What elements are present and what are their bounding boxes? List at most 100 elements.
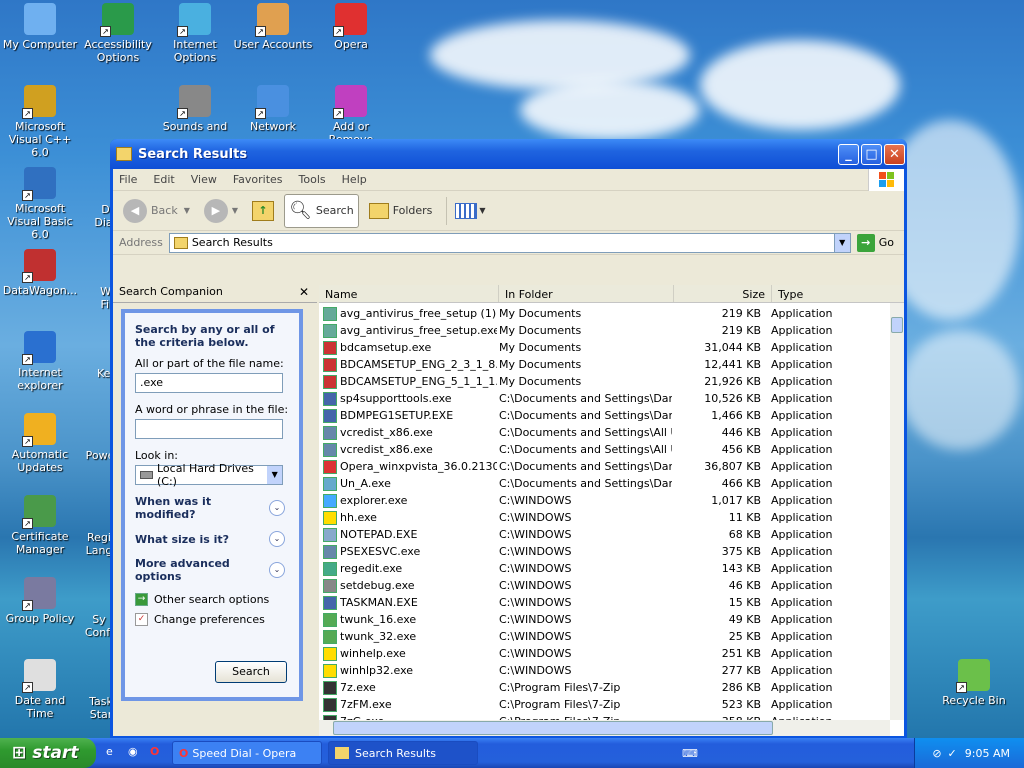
- task-speed-dial-opera[interactable]: O Speed Dial - Opera: [172, 741, 322, 765]
- file-name: Opera_winxpvista_36.0.2130....: [340, 460, 497, 473]
- vertical-scroll-thumb[interactable]: [891, 317, 903, 333]
- table-row[interactable]: 7zG.exeC:\Program Files\7-Zip358 KBAppli…: [319, 713, 890, 720]
- menu-edit[interactable]: Edit: [153, 173, 174, 186]
- other-search-options-link[interactable]: → Other search options: [135, 593, 289, 606]
- table-row[interactable]: BDCAMSETUP_ENG_5_1_1_1.... My Documents 21…: [319, 373, 890, 390]
- chevron-down-icon[interactable]: ⌄: [269, 562, 285, 578]
- desktop-icon-certificate-manager[interactable]: ↗ Certificate Manager: [0, 495, 80, 556]
- tray-icon[interactable]: ✓: [948, 747, 957, 760]
- chevron-down-icon[interactable]: ⌄: [269, 500, 285, 516]
- forward-button[interactable]: ▶ ▼: [200, 194, 242, 228]
- file-icon: [323, 323, 337, 338]
- chevron-down-icon[interactable]: ⌄: [269, 531, 285, 547]
- desktop-icon-visual-cpp[interactable]: ↗ Microsoft Visual C++ 6.0: [0, 85, 80, 159]
- horizontal-scroll-thumb[interactable]: [333, 721, 773, 735]
- up-folder-button[interactable]: ↑: [248, 194, 278, 228]
- table-row[interactable]: 7zFM.exe C:\Program Files\7-Zip 523 KB Appl…: [319, 696, 890, 713]
- menu-favorites[interactable]: Favorites: [233, 173, 283, 186]
- table-row[interactable]: TASKMAN.EXE C:\WINDOWS 15 KB Application: [319, 594, 890, 611]
- tray-icon[interactable]: ⊘: [932, 747, 941, 760]
- desktop-icon-opera[interactable]: ↗ Opera: [311, 3, 391, 51]
- desktop-icon-date-time[interactable]: ↗ Date and Time: [0, 659, 80, 720]
- table-row[interactable]: regedit.exe C:\WINDOWS 143 KB Application: [319, 560, 890, 577]
- start-button[interactable]: ⊞ start: [0, 738, 96, 768]
- table-row[interactable]: twunk_16.exe C:\WINDOWS 49 KB Application: [319, 611, 890, 628]
- section-modified[interactable]: When was it modified? ⌄: [135, 495, 285, 521]
- column-name[interactable]: Name: [319, 285, 499, 302]
- desktop-icon-recycle-bin[interactable]: ↗ Recycle Bin: [934, 659, 1014, 707]
- table-row[interactable]: winhlp32.exe C:\WINDOWS 277 KB Application: [319, 662, 890, 679]
- table-row[interactable]: sp4supporttools.exe C:\Documents and Sett…: [319, 390, 890, 407]
- desktop-icon-accessibility[interactable]: ↗ Accessibility Options: [78, 3, 158, 64]
- desktop-icon-sounds[interactable]: ↗ Sounds and: [155, 85, 235, 133]
- menu-tools[interactable]: Tools: [299, 173, 326, 186]
- table-row[interactable]: winhelp.exe C:\WINDOWS 251 KB Application: [319, 645, 890, 662]
- cell-size: 277 KB: [721, 664, 761, 677]
- media-quicklaunch-icon[interactable]: ◉: [128, 745, 144, 761]
- column-folder[interactable]: In Folder: [499, 285, 674, 302]
- desktop-icon-my-computer[interactable]: My Computer: [0, 3, 80, 51]
- table-row[interactable]: Opera_winxpvista_36.0.2130.... C:\Documen…: [319, 458, 890, 475]
- file-name: Un_A.exe: [340, 477, 391, 490]
- horizontal-scrollbar[interactable]: [319, 720, 890, 736]
- folders-button[interactable]: Folders: [365, 194, 437, 228]
- table-row[interactable]: hh.exe C:\WINDOWS 11 KB Application: [319, 509, 890, 526]
- maximize-button[interactable]: □: [861, 143, 882, 165]
- cell-name: BDMPEG1SETUP.EXE: [319, 408, 497, 423]
- section-size[interactable]: What size is it? ⌄: [135, 531, 285, 547]
- recycle-bin-icon: ↗: [956, 659, 990, 693]
- keyboard-icon[interactable]: ⌨: [682, 747, 698, 760]
- cell-size: 466 KB: [721, 477, 761, 490]
- change-preferences-link[interactable]: ✓ Change preferences: [135, 613, 289, 626]
- minimize-button[interactable]: _: [838, 143, 859, 165]
- desktop-icon-user-accounts[interactable]: ↗ User Accounts: [233, 3, 313, 51]
- desktop-icon-internet-options[interactable]: ↗ Internet Options: [155, 3, 235, 64]
- table-row[interactable]: bdcamsetup.exe My Documents 31,044 KB Appli…: [319, 339, 890, 356]
- file-name-input[interactable]: .exe: [135, 373, 283, 393]
- title-bar[interactable]: Search Results _ □ ✕: [110, 139, 907, 169]
- table-row[interactable]: avg_antivirus_free_setup.exe My Documents…: [319, 322, 890, 339]
- lookin-dropdown-icon[interactable]: ▼: [267, 466, 282, 484]
- column-size[interactable]: Size: [674, 285, 772, 302]
- desktop-icon-group-policy[interactable]: ↗ Group Policy: [0, 577, 80, 625]
- table-row[interactable]: avg_antivirus_free_setup (1).... My Docum…: [319, 305, 890, 322]
- column-type[interactable]: Type: [772, 285, 904, 302]
- close-companion-icon[interactable]: ✕: [299, 285, 309, 299]
- views-button[interactable]: ▼: [451, 194, 489, 228]
- table-row[interactable]: 7z.exe C:\Program Files\7-Zip 286 KB Applic…: [319, 679, 890, 696]
- table-row[interactable]: BDMPEG1SETUP.EXE C:\Documents and Setting…: [319, 407, 890, 424]
- vertical-scrollbar[interactable]: [890, 303, 904, 720]
- desktop-icon-datawagon[interactable]: ↗ DataWagon...: [0, 249, 80, 297]
- search-button[interactable]: 🔍︎ Search: [284, 193, 359, 228]
- address-input[interactable]: Search Results ▼: [168, 232, 851, 253]
- close-button[interactable]: ✕: [884, 143, 905, 165]
- phrase-input[interactable]: [135, 419, 283, 439]
- lookin-select[interactable]: Local Hard Drives (C:) ▼: [135, 462, 283, 488]
- desktop-icon-add-remove[interactable]: ↗Add or Remove: [311, 85, 391, 146]
- table-row[interactable]: explorer.exe C:\WINDOWS 1,017 KB Applicatio…: [319, 492, 890, 509]
- desktop-icon-automatic-updates[interactable]: ↗ Automatic Updates: [0, 413, 80, 474]
- table-row[interactable]: BDCAMSETUP_ENG_2_3_1_8.... My Documents 12…: [319, 356, 890, 373]
- desktop-icon-internet-explorer[interactable]: ↗ Internet explorer: [0, 331, 80, 392]
- task-search-results[interactable]: Search Results: [328, 741, 478, 765]
- table-row[interactable]: vcredist_x86.exe C:\Documents and Setting…: [319, 424, 890, 441]
- table-row[interactable]: NOTEPAD.EXE C:\WINDOWS 68 KB Application: [319, 526, 890, 543]
- back-button[interactable]: ◀ Back ▼: [119, 194, 194, 228]
- table-row[interactable]: vcredist_x86.exe C:\Documents and Setting…: [319, 441, 890, 458]
- table-row[interactable]: twunk_32.exe C:\WINDOWS 25 KB Application: [319, 628, 890, 645]
- table-row[interactable]: setdebug.exe C:\WINDOWS 46 KB Application: [319, 577, 890, 594]
- section-advanced[interactable]: More advanced options ⌄: [135, 557, 285, 583]
- table-row[interactable]: Un_A.exe C:\Documents and Settings\Dart..…: [319, 475, 890, 492]
- opera-quicklaunch-icon[interactable]: O: [150, 745, 166, 761]
- address-dropdown-icon[interactable]: ▼: [833, 233, 850, 252]
- menu-help[interactable]: Help: [342, 173, 367, 186]
- desktop-icon-network[interactable]: ↗ Network: [233, 85, 313, 133]
- desktop-icon-visual-basic[interactable]: ↗ Microsoft Visual Basic 6.0: [0, 167, 80, 241]
- menu-view[interactable]: View: [191, 173, 217, 186]
- menu-file[interactable]: File: [119, 173, 137, 186]
- go-button[interactable]: → Go: [856, 233, 894, 252]
- cell-name: winhlp32.exe: [319, 663, 497, 678]
- companion-search-button[interactable]: Search: [215, 661, 287, 683]
- ie-quicklaunch-icon[interactable]: e: [106, 745, 122, 761]
- table-row[interactable]: PSEXESVC.exe C:\WINDOWS 375 KB Application: [319, 543, 890, 560]
